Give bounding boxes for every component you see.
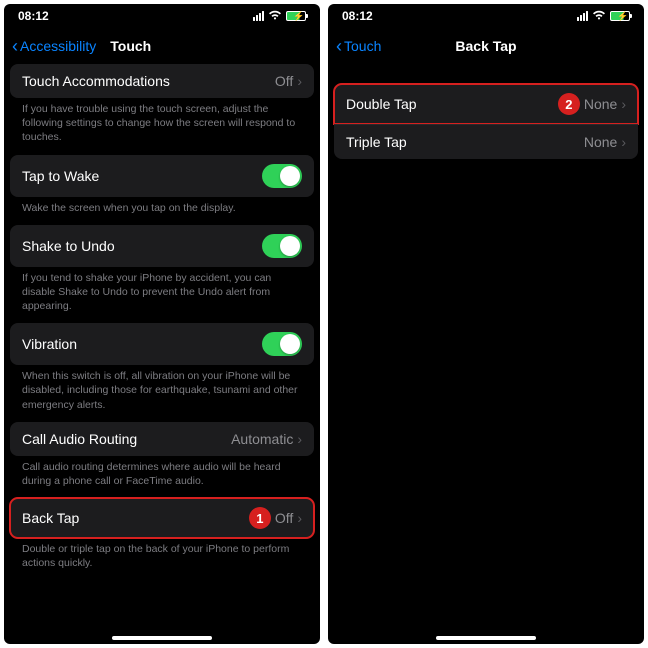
home-indicator[interactable] <box>436 636 536 640</box>
row-footer: Double or triple tap on the back of your… <box>10 538 314 570</box>
chevron-left-icon: ‹ <box>12 36 18 57</box>
signal-icon <box>577 11 588 21</box>
row-double-tap[interactable]: Double Tap 2 None› <box>334 84 638 124</box>
wifi-icon <box>268 9 282 23</box>
back-label: Touch <box>344 38 381 54</box>
row-touch-accommodations[interactable]: Touch Accommodations Off› <box>10 64 314 98</box>
status-indicators: ⚡ <box>253 9 306 23</box>
row-back-tap[interactable]: Back Tap 1 Off› <box>10 498 314 538</box>
chevron-right-icon: › <box>297 510 302 526</box>
page-title: Touch <box>110 38 151 54</box>
wifi-icon <box>592 9 606 23</box>
row-label: Vibration <box>22 336 77 352</box>
row-label: Double Tap <box>346 96 417 112</box>
chevron-left-icon: ‹ <box>336 36 342 57</box>
chevron-right-icon: › <box>297 431 302 447</box>
status-bar: 08:12 ⚡ <box>328 4 644 28</box>
toggle-tap-to-wake[interactable] <box>262 164 302 188</box>
nav-bar: ‹ Touch Back Tap <box>328 28 644 64</box>
row-value: Automatic <box>231 431 293 447</box>
row-tap-to-wake[interactable]: Tap to Wake <box>10 155 314 197</box>
row-label: Back Tap <box>22 510 79 526</box>
settings-list[interactable]: Touch Accommodations Off› If you have tr… <box>4 64 320 644</box>
annotation-badge-1: 1 <box>249 507 271 529</box>
home-indicator[interactable] <box>112 636 212 640</box>
row-footer: If you tend to shake your iPhone by acci… <box>10 267 314 314</box>
row-value: Off <box>275 73 293 89</box>
annotation-badge-2: 2 <box>558 93 580 115</box>
row-label: Triple Tap <box>346 134 407 150</box>
row-value: None <box>584 96 617 112</box>
row-footer: Call audio routing determines where audi… <box>10 456 314 488</box>
row-label: Tap to Wake <box>22 168 99 184</box>
row-vibration[interactable]: Vibration <box>10 323 314 365</box>
chevron-right-icon: › <box>621 134 626 150</box>
chevron-right-icon: › <box>297 73 302 89</box>
signal-icon <box>253 11 264 21</box>
row-value: Off <box>275 510 293 526</box>
chevron-right-icon: › <box>621 96 626 112</box>
row-label: Shake to Undo <box>22 238 115 254</box>
row-call-audio-routing[interactable]: Call Audio Routing Automatic› <box>10 422 314 456</box>
back-label: Accessibility <box>20 38 96 54</box>
back-button[interactable]: ‹ Accessibility <box>12 36 96 57</box>
status-indicators: ⚡ <box>577 9 630 23</box>
row-shake-to-undo[interactable]: Shake to Undo <box>10 225 314 267</box>
toggle-vibration[interactable] <box>262 332 302 356</box>
toggle-shake-to-undo[interactable] <box>262 234 302 258</box>
settings-list[interactable]: Double Tap 2 None› Triple Tap None› <box>328 64 644 644</box>
row-footer: If you have trouble using the touch scre… <box>10 98 314 145</box>
row-footer: Wake the screen when you tap on the disp… <box>10 197 314 215</box>
row-label: Touch Accommodations <box>22 73 170 89</box>
phone-back-tap-settings: 08:12 ⚡ ‹ Touch Back Tap Double Tap 2 No… <box>328 4 644 644</box>
battery-icon: ⚡ <box>286 11 306 21</box>
nav-bar: ‹ Accessibility Touch <box>4 28 320 64</box>
row-label: Call Audio Routing <box>22 431 137 447</box>
status-bar: 08:12 ⚡ <box>4 4 320 28</box>
status-time: 08:12 <box>18 9 49 23</box>
back-button[interactable]: ‹ Touch <box>336 36 381 57</box>
row-value: None <box>584 134 617 150</box>
row-footer: When this switch is off, all vibration o… <box>10 365 314 412</box>
battery-icon: ⚡ <box>610 11 630 21</box>
status-time: 08:12 <box>342 9 373 23</box>
phone-touch-settings: 08:12 ⚡ ‹ Accessibility Touch Touch Acco… <box>4 4 320 644</box>
row-triple-tap[interactable]: Triple Tap None› <box>334 124 638 159</box>
